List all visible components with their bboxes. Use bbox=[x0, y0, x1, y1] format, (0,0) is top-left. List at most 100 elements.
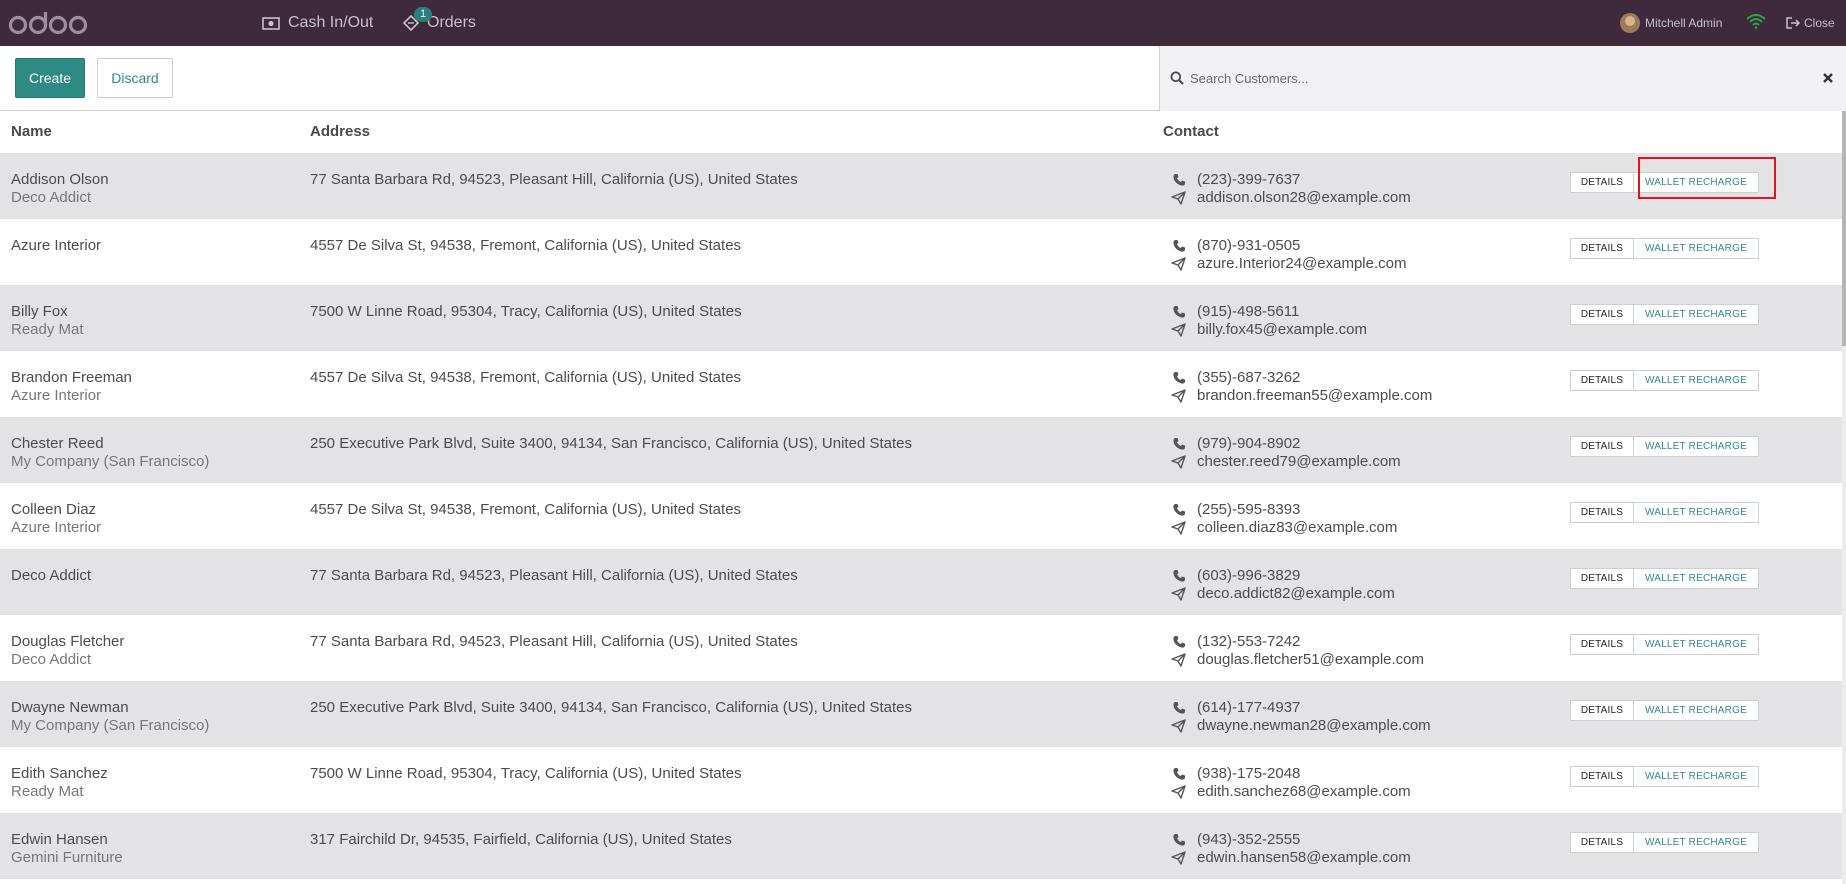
customer-name: Addison Olson bbox=[11, 171, 109, 188]
details-button[interactable]: DETAILS bbox=[1570, 568, 1634, 589]
phone-icon bbox=[1172, 371, 1186, 389]
phone-icon bbox=[1172, 305, 1186, 323]
phone-icon bbox=[1172, 569, 1186, 587]
customer-address: 4557 De Silva St, 94538, Fremont, Califo… bbox=[310, 501, 742, 518]
details-button[interactable]: DETAILS bbox=[1570, 370, 1634, 391]
details-button[interactable]: DETAILS bbox=[1570, 172, 1634, 193]
create-button[interactable]: Create bbox=[15, 58, 85, 98]
customer-phone: (870)-931-0505 bbox=[1197, 237, 1301, 254]
scrollbar[interactable] bbox=[1842, 111, 1846, 884]
customer-phone: (979)-904-8902 bbox=[1197, 435, 1301, 452]
customer-company: Azure Interior bbox=[11, 519, 102, 536]
user-menu[interactable]: Mitchell Admin bbox=[1620, 0, 1722, 46]
paper-plane-icon bbox=[1171, 587, 1186, 605]
discard-button[interactable]: Discard bbox=[97, 58, 173, 98]
scrollbar-thumb[interactable] bbox=[1842, 111, 1846, 346]
customer-address: 7500 W Linne Road, 95304, Tracy, Califor… bbox=[310, 765, 742, 782]
wallet-recharge-button[interactable]: WALLET RECHARGE bbox=[1634, 832, 1759, 853]
details-button[interactable]: DETAILS bbox=[1570, 832, 1634, 853]
table-row[interactable]: Douglas Fletcher Deco Addict 77 Santa Barb… bbox=[0, 615, 1842, 681]
details-button[interactable]: DETAILS bbox=[1570, 238, 1634, 259]
table-row[interactable]: Billy Fox Ready Mat 7500 W Linne Road, 953… bbox=[0, 285, 1842, 351]
details-button[interactable]: DETAILS bbox=[1570, 304, 1634, 325]
details-button[interactable]: DETAILS bbox=[1570, 502, 1634, 523]
wallet-recharge-button[interactable]: WALLET RECHARGE bbox=[1634, 634, 1759, 655]
table-row[interactable]: Edith Sanchez Ready Mat 7500 W Linne Road,… bbox=[0, 747, 1842, 813]
customer-phone: (132)-553-7242 bbox=[1197, 633, 1301, 650]
customer-name: Azure Interior bbox=[11, 237, 102, 254]
customer-address: 77 Santa Barbara Rd, 94523, Pleasant Hil… bbox=[310, 633, 798, 650]
customer-phone: (943)-352-2555 bbox=[1197, 831, 1301, 848]
top-navbar: Cash In/Out Orders 1 Mitchell Admin Clos… bbox=[0, 0, 1846, 46]
column-header-name: Name bbox=[11, 123, 52, 140]
orders-button[interactable]: Orders bbox=[403, 0, 476, 46]
customer-email: edwin.hansen58@example.com bbox=[1197, 849, 1411, 866]
wallet-recharge-button[interactable]: WALLET RECHARGE bbox=[1634, 700, 1759, 721]
customer-email: azure.Interior24@example.com bbox=[1197, 255, 1407, 272]
wallet-recharge-button[interactable]: WALLET RECHARGE bbox=[1634, 436, 1759, 457]
table-row[interactable]: Azure Interior 4557 De Silva St, 94538, F… bbox=[0, 219, 1842, 285]
customer-email: colleen.diaz83@example.com bbox=[1197, 519, 1398, 536]
search-input[interactable] bbox=[1190, 64, 1770, 92]
paper-plane-icon bbox=[1171, 521, 1186, 539]
details-button[interactable]: DETAILS bbox=[1570, 700, 1634, 721]
customer-email: chester.reed79@example.com bbox=[1197, 453, 1401, 470]
details-button[interactable]: DETAILS bbox=[1570, 436, 1634, 457]
customer-company: Ready Mat bbox=[11, 321, 84, 338]
column-header-contact: Contact bbox=[1163, 123, 1219, 140]
close-icon[interactable] bbox=[1822, 71, 1834, 88]
wallet-recharge-button[interactable]: WALLET RECHARGE bbox=[1634, 370, 1759, 391]
customer-name: Edwin Hansen bbox=[11, 831, 108, 848]
table-row[interactable]: Addison Olson Deco Addict 77 Santa Barbara… bbox=[0, 153, 1842, 219]
customer-name: Edith Sanchez bbox=[11, 765, 108, 782]
avatar bbox=[1620, 13, 1640, 33]
details-button[interactable]: DETAILS bbox=[1570, 766, 1634, 787]
customer-address: 250 Executive Park Blvd, Suite 3400, 941… bbox=[310, 699, 912, 716]
customer-company: Deco Addict bbox=[11, 189, 92, 206]
customer-email: addison.olson28@example.com bbox=[1197, 189, 1411, 206]
customer-company: My Company (San Francisco) bbox=[11, 717, 210, 734]
cash-in-out-button[interactable]: Cash In/Out bbox=[262, 0, 373, 46]
phone-icon bbox=[1172, 437, 1186, 455]
table-row[interactable]: Brandon Freeman Azure Interior 4557 De Sil… bbox=[0, 351, 1842, 417]
phone-icon bbox=[1172, 173, 1186, 191]
customer-email: billy.fox45@example.com bbox=[1197, 321, 1368, 338]
customer-company: My Company (San Francisco) bbox=[11, 453, 210, 470]
table-row[interactable]: Chester Reed My Company (San Francisco) 25… bbox=[0, 417, 1842, 483]
wallet-recharge-button[interactable]: WALLET RECHARGE bbox=[1634, 172, 1759, 193]
phone-icon bbox=[1172, 239, 1186, 257]
customer-email: dwayne.newman28@example.com bbox=[1197, 717, 1431, 734]
customer-name: Dwayne Newman bbox=[11, 699, 129, 716]
control-bar: Create Discard bbox=[0, 46, 1846, 111]
wallet-recharge-button[interactable]: WALLET RECHARGE bbox=[1634, 238, 1759, 259]
wallet-recharge-button[interactable]: WALLET RECHARGE bbox=[1634, 304, 1759, 325]
phone-icon bbox=[1172, 635, 1186, 653]
paper-plane-icon bbox=[1171, 785, 1186, 803]
table-row[interactable]: Deco Addict 77 Santa Barbara Rd, 94523, P… bbox=[0, 549, 1842, 615]
wallet-recharge-button[interactable]: WALLET RECHARGE bbox=[1634, 766, 1759, 787]
paper-plane-icon bbox=[1171, 455, 1186, 473]
phone-icon bbox=[1172, 503, 1186, 521]
money-icon bbox=[262, 16, 280, 30]
customer-phone: (355)-687-3262 bbox=[1197, 369, 1301, 386]
orders-count-badge: 1 bbox=[414, 7, 432, 22]
paper-plane-icon bbox=[1171, 653, 1186, 671]
table-row[interactable]: Dwayne Newman My Company (San Francisco) 2… bbox=[0, 681, 1842, 747]
wallet-recharge-button[interactable]: WALLET RECHARGE bbox=[1634, 568, 1759, 589]
details-button[interactable]: DETAILS bbox=[1570, 634, 1634, 655]
customer-company: Gemini Furniture bbox=[11, 849, 123, 866]
customer-list: Name Address Contact Addison Olson Deco A… bbox=[0, 111, 1842, 884]
customer-email: deco.addict82@example.com bbox=[1197, 585, 1395, 602]
search-icon bbox=[1170, 71, 1184, 89]
customer-address: 4557 De Silva St, 94538, Fremont, Califo… bbox=[310, 369, 742, 386]
table-row[interactable]: Edwin Hansen Gemini Furniture 317 Fairchil… bbox=[0, 813, 1842, 879]
wifi-icon bbox=[1746, 13, 1766, 33]
customer-email: douglas.fletcher51@example.com bbox=[1197, 651, 1425, 668]
orders-label: Orders bbox=[427, 14, 476, 31]
paper-plane-icon bbox=[1171, 851, 1186, 869]
wallet-recharge-button[interactable]: WALLET RECHARGE bbox=[1634, 502, 1759, 523]
close-session-button[interactable]: Close bbox=[1786, 0, 1835, 46]
customer-name: Douglas Fletcher bbox=[11, 633, 125, 650]
table-row[interactable]: Colleen Diaz Azure Interior 4557 De Silva … bbox=[0, 483, 1842, 549]
phone-icon bbox=[1172, 833, 1186, 851]
